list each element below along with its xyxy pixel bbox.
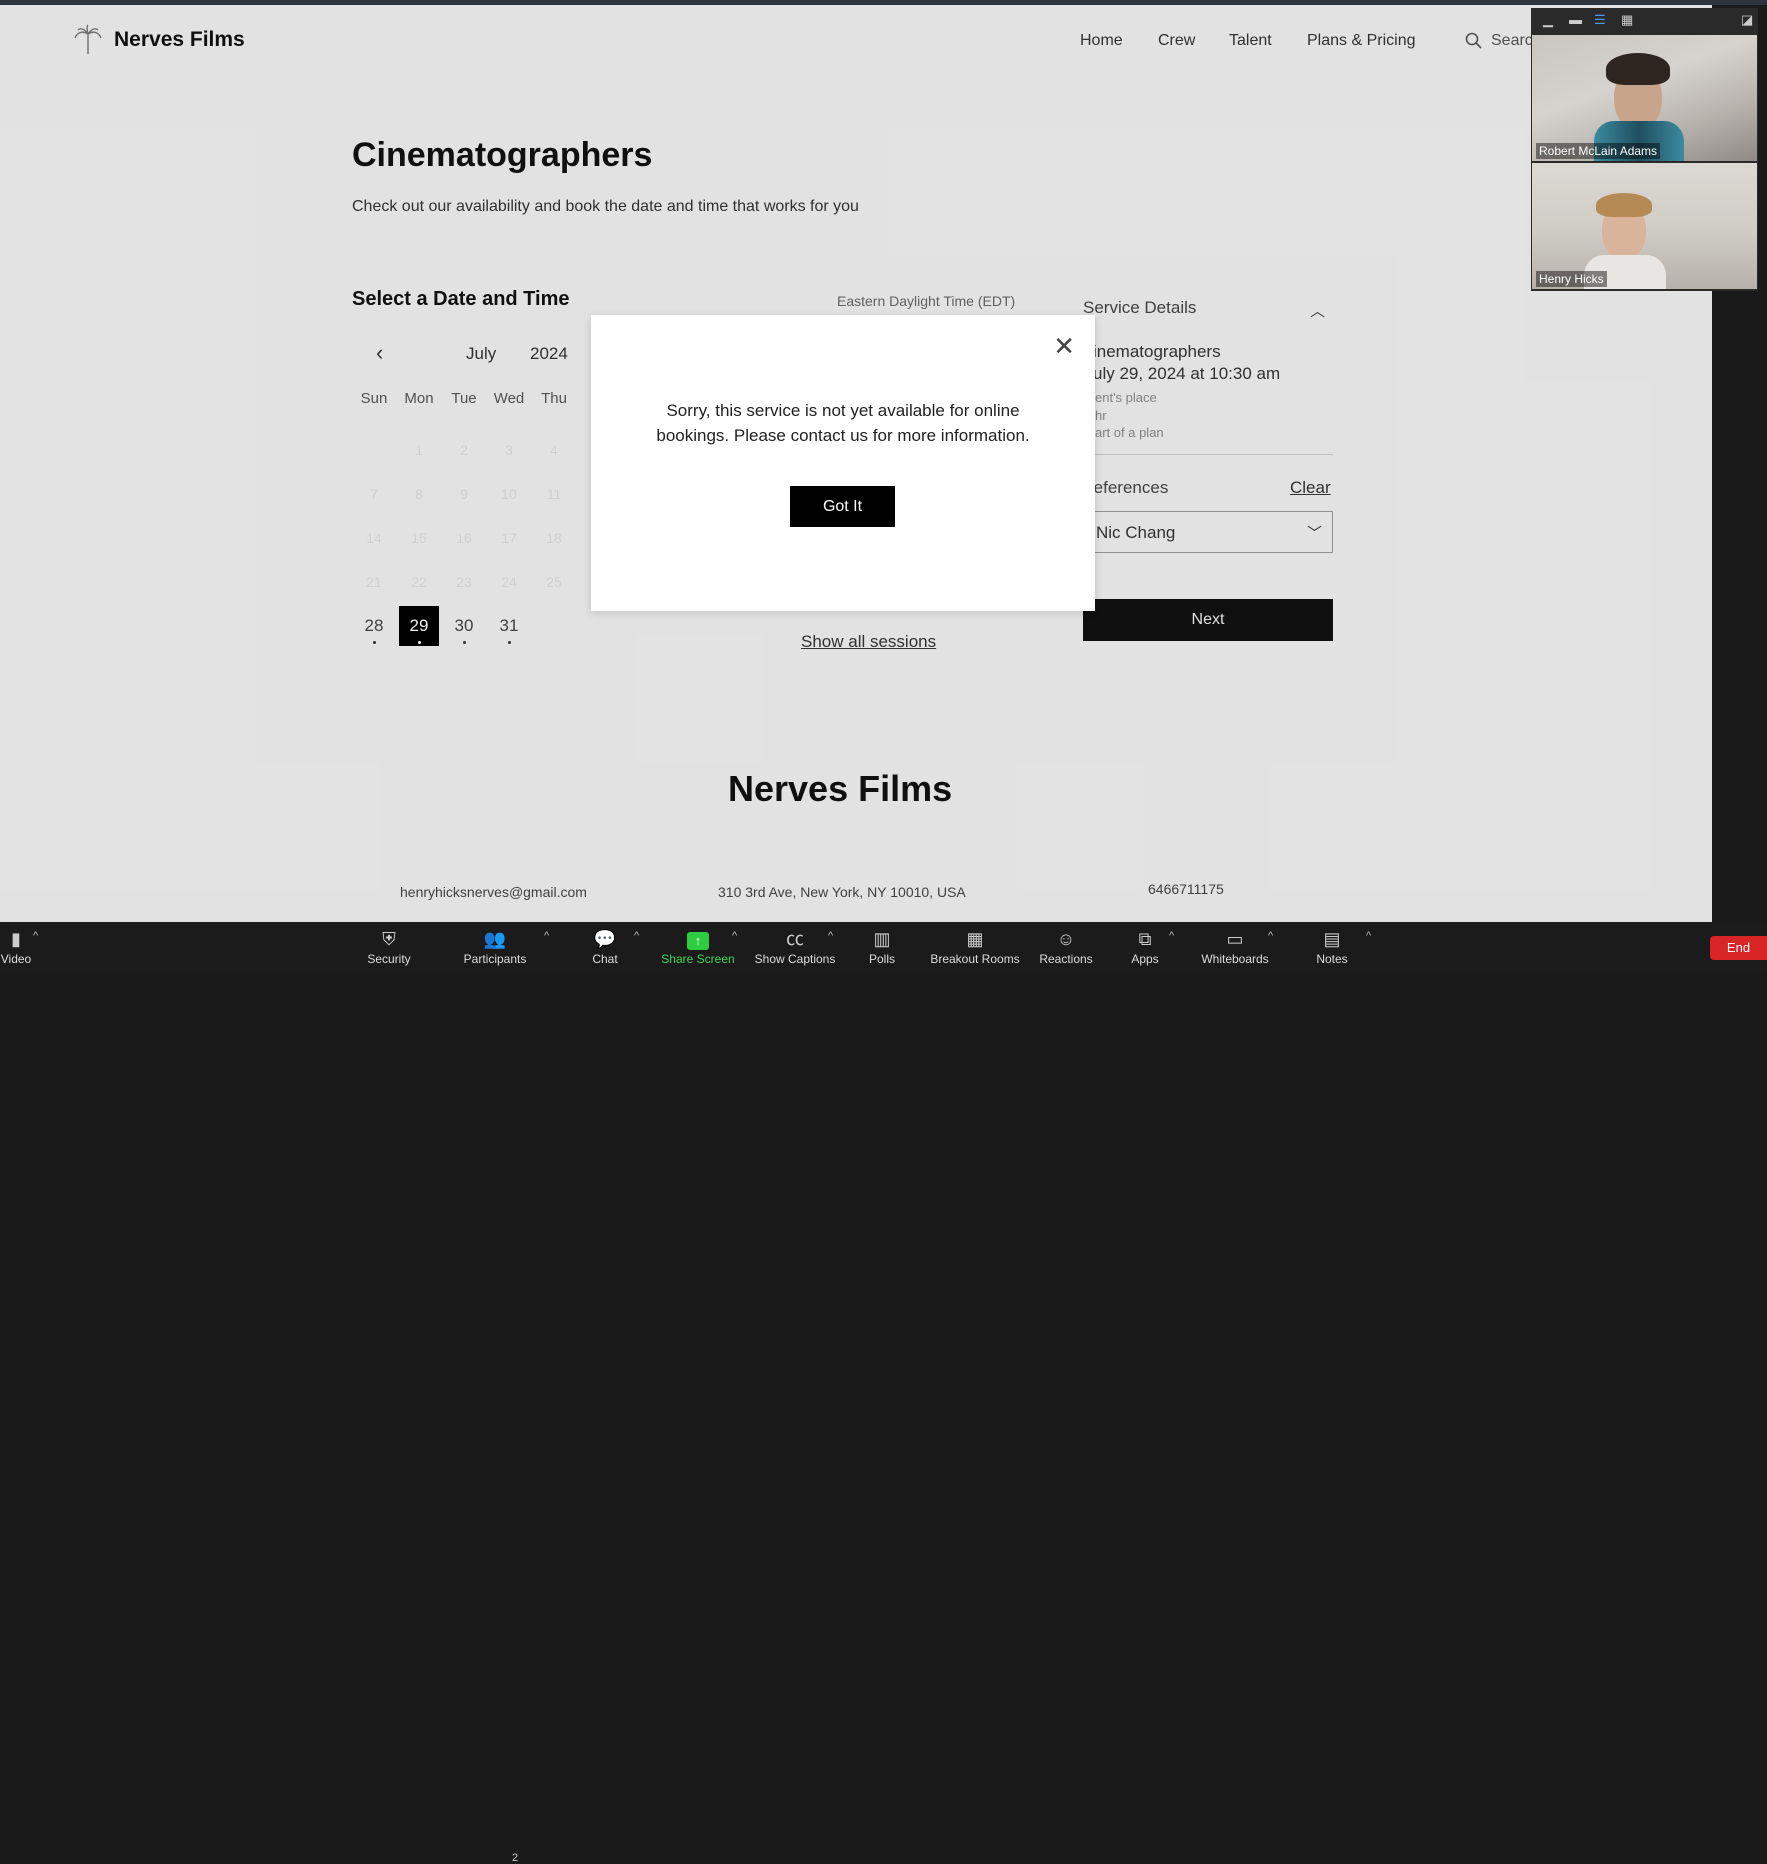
captions-cc-icon: ㏄ xyxy=(786,929,804,949)
participant-hair xyxy=(1606,53,1670,85)
window-top-strip xyxy=(0,0,1767,5)
notes-label: Notes xyxy=(1316,952,1348,966)
end-meeting-button[interactable]: End xyxy=(1710,936,1767,960)
whiteboard-icon: ▭ xyxy=(1226,929,1244,949)
captions-options-caret[interactable]: ^ xyxy=(828,930,833,942)
video-tile[interactable]: Henry Hicks xyxy=(1532,163,1757,289)
chat-button[interactable]: 💬 Chat xyxy=(585,928,625,966)
apps-options-caret[interactable]: ^ xyxy=(1169,930,1174,942)
video-panel: ▁ ▬ ☰ ▦ ◪ Robert McLain Adams Henry Hick… xyxy=(1531,8,1758,291)
participants-icon: 👥 xyxy=(483,929,507,949)
zoom-toolbar: ▮ Video ^ ⛨ Security 👥 Participants 2 ^ … xyxy=(0,922,1767,1864)
notes-button[interactable]: ▤ Notes xyxy=(1314,928,1350,966)
share-options-caret[interactable]: ^ xyxy=(732,930,737,942)
security-label: Security xyxy=(367,952,411,966)
shield-icon: ⛨ xyxy=(382,929,396,949)
participants-count: 2 xyxy=(512,1852,519,1864)
share-screen-icon: ↑ xyxy=(658,928,738,952)
mouse-cursor-icon: ➚ xyxy=(1177,612,1193,632)
whiteboards-label: Whiteboards xyxy=(1201,952,1269,966)
reactions-label: Reactions xyxy=(1039,952,1093,966)
dialog-message-line: bookings. Please contact us for more inf… xyxy=(656,426,1030,445)
notes-options-caret[interactable]: ^ xyxy=(1366,930,1371,942)
participant-name: Henry Hicks xyxy=(1536,271,1607,287)
gallery-view-icon[interactable]: ▦ xyxy=(1621,12,1633,28)
participants-button[interactable]: 👥 Participants xyxy=(458,928,532,966)
video-label: Video xyxy=(0,952,32,966)
notes-icon: ▤ xyxy=(1323,929,1341,949)
video-camera-icon: ▮ xyxy=(11,929,21,949)
chat-label: Chat xyxy=(592,952,618,966)
smiley-icon: ☺ xyxy=(1056,929,1076,949)
participant-hair xyxy=(1596,193,1652,217)
close-icon[interactable]: ✕ xyxy=(1053,331,1075,362)
chat-bubble-icon: 💬 xyxy=(593,929,617,949)
dialog-message-line: Sorry, this service is not yet available… xyxy=(666,401,1020,420)
pop-out-icon[interactable]: ◪ xyxy=(1741,12,1753,28)
apps-label: Apps xyxy=(1131,952,1159,966)
participants-label: Participants xyxy=(463,952,527,966)
whiteboards-button[interactable]: ▭ Whiteboards xyxy=(1200,928,1270,966)
participants-options-caret[interactable]: ^ xyxy=(544,930,549,942)
participant-name: Robert McLain Adams xyxy=(1536,143,1661,159)
polls-label: Polls xyxy=(868,952,895,966)
website-area: Nerves Films Home Crew Talent Plans & Pr… xyxy=(0,0,1712,922)
strip-view-icon[interactable]: ☰ xyxy=(1594,12,1606,28)
speaker-view-icon[interactable]: ▬ xyxy=(1569,12,1582,27)
breakout-rooms-icon: ▦ xyxy=(966,929,984,949)
dialog-message: Sorry, this service is not yet available… xyxy=(621,398,1065,448)
apps-button[interactable]: ⧉ Apps xyxy=(1130,928,1160,966)
video-options-caret[interactable]: ^ xyxy=(33,930,38,942)
share-screen-label: Share Screen xyxy=(661,952,735,966)
share-screen-button[interactable]: ↑ Share Screen xyxy=(658,928,738,966)
minimize-icon[interactable]: ▁ xyxy=(1543,12,1553,28)
video-panel-controls: ▁ ▬ ☰ ▦ ◪ xyxy=(1531,8,1758,34)
show-captions-label: Show Captions xyxy=(754,952,836,966)
apps-icon: ⧉ xyxy=(1138,929,1152,949)
show-captions-button[interactable]: ㏄ Show Captions xyxy=(752,928,838,966)
breakout-rooms-label: Breakout Rooms xyxy=(930,952,1020,966)
got-it-button[interactable]: Got It xyxy=(790,486,895,527)
whiteboards-options-caret[interactable]: ^ xyxy=(1268,930,1273,942)
breakout-rooms-button[interactable]: ▦ Breakout Rooms xyxy=(928,928,1022,966)
security-button[interactable]: ⛨ Security xyxy=(359,928,419,966)
unavailable-dialog: ✕ Sorry, this service is not yet availab… xyxy=(591,315,1095,611)
polls-button[interactable]: ▥ Polls xyxy=(862,928,902,966)
chat-options-caret[interactable]: ^ xyxy=(634,930,639,942)
reactions-button[interactable]: ☺ Reactions xyxy=(1037,928,1095,966)
video-tile[interactable]: Robert McLain Adams xyxy=(1532,35,1757,161)
polls-bar-chart-icon: ▥ xyxy=(873,929,891,949)
video-button[interactable]: ▮ Video xyxy=(0,928,36,966)
